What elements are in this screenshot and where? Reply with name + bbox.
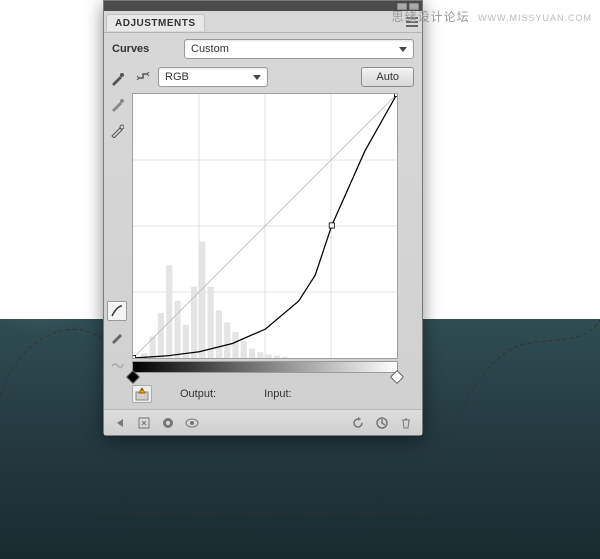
return-to-adjustment-list-icon[interactable] — [110, 413, 130, 433]
pencil-tool-icon[interactable] — [107, 327, 127, 347]
auto-button[interactable]: Auto — [361, 67, 414, 87]
auto-button-label: Auto — [376, 71, 399, 83]
panel-titlebar[interactable] — [104, 1, 422, 11]
reset-default-icon[interactable] — [372, 413, 392, 433]
black-point-slider[interactable] — [126, 370, 140, 384]
watermark: 思绪设计论坛 WWW.MISSYUAN.COM — [392, 8, 592, 25]
adjustments-tab[interactable]: ADJUSTMENTS — [106, 14, 205, 31]
delete-icon[interactable] — [396, 413, 416, 433]
preset-value: Custom — [191, 43, 229, 55]
curves-toolbar — [106, 65, 128, 405]
chevron-down-icon — [253, 75, 261, 80]
preset-row: Curves Custom — [104, 33, 422, 65]
curve-graph[interactable] — [132, 93, 398, 359]
adjustment-type-label: Curves — [112, 43, 149, 55]
target-adjust-icon[interactable] — [134, 68, 152, 86]
panel-footer — [104, 409, 422, 435]
toggle-visibility-icon[interactable] — [182, 413, 202, 433]
input-gradient[interactable] — [132, 361, 398, 373]
preset-dropdown[interactable]: Custom — [184, 39, 414, 59]
channel-dropdown[interactable]: RGB — [158, 67, 268, 87]
expand-view-icon[interactable] — [134, 413, 154, 433]
curves-editor: RGB Auto ! Output: Input: — [104, 65, 422, 409]
output-input-readout: ! Output: Input: — [132, 385, 410, 403]
chevron-down-icon — [399, 47, 407, 52]
previous-state-icon[interactable] — [348, 413, 368, 433]
curve-tool-icon[interactable] — [107, 301, 127, 321]
eyedropper-gray-icon[interactable] — [107, 95, 127, 115]
eyedropper-black-icon[interactable] — [107, 69, 127, 89]
svg-text:!: ! — [141, 389, 142, 395]
white-point-slider[interactable] — [390, 370, 404, 384]
adjustments-tab-label: ADJUSTMENTS — [115, 18, 196, 29]
layer-warning-icon[interactable]: ! — [132, 385, 152, 403]
smooth-tool-icon[interactable] — [107, 353, 127, 373]
channel-value: RGB — [165, 71, 189, 83]
input-label: Input: — [264, 388, 292, 400]
panel-tabs: ADJUSTMENTS — [104, 11, 422, 33]
watermark-cn: 思绪设计论坛 — [392, 10, 470, 24]
watermark-url: WWW.MISSYUAN.COM — [478, 13, 592, 23]
output-label: Output: — [180, 388, 216, 400]
eyedropper-white-icon[interactable] — [107, 121, 127, 141]
adjustments-panel: ADJUSTMENTS Curves Custom — [103, 0, 423, 436]
clip-to-layer-icon[interactable] — [158, 413, 178, 433]
